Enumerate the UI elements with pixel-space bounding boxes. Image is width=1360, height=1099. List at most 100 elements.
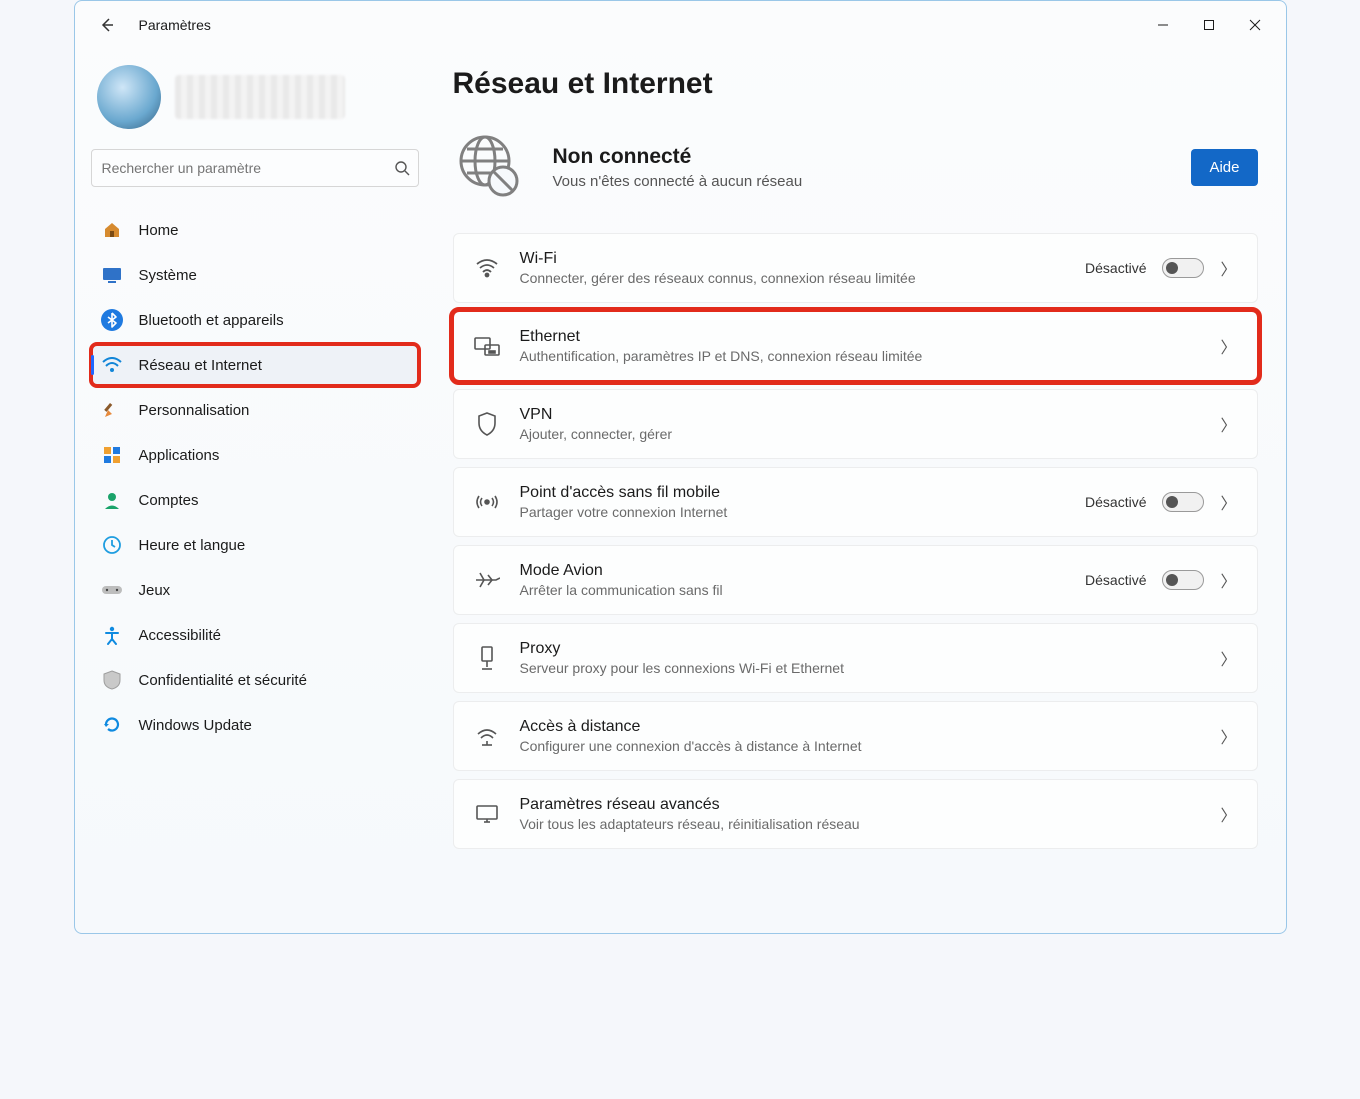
remote-icon [474, 723, 500, 749]
chevron-right-icon: 〉 [1220, 412, 1236, 436]
settings-window: Paramètres [74, 0, 1287, 934]
sidebar-item-label: Jeux [139, 582, 171, 599]
card-title: Wi-Fi [520, 250, 1066, 268]
card-wifi[interactable]: Wi-Fi Connecter, gérer des réseaux connu… [453, 233, 1258, 303]
card-title: Accès à distance [520, 718, 1201, 736]
card-sub: Authentification, paramètres IP et DNS, … [520, 348, 1201, 364]
sidebar-item-label: Réseau et Internet [139, 357, 262, 374]
globe-clock-icon [101, 534, 123, 556]
card-title: Paramètres réseau avancés [520, 796, 1201, 814]
card-ethernet[interactable]: Ethernet Authentification, paramètres IP… [453, 311, 1258, 381]
offline-globe-icon [453, 131, 525, 203]
avatar [97, 65, 161, 129]
airplane-icon [474, 567, 500, 593]
sidebar-item-windows-update[interactable]: Windows Update [91, 704, 419, 746]
shield-icon [474, 411, 500, 437]
card-title: Point d'accès sans fil mobile [520, 484, 1066, 502]
chevron-right-icon: 〉 [1220, 724, 1236, 748]
apps-icon [101, 444, 123, 466]
wifi-icon [474, 255, 500, 281]
profile-name-redacted [175, 75, 345, 119]
search-input[interactable] [102, 160, 394, 176]
sidebar-item-bluetooth[interactable]: Bluetooth et appareils [91, 299, 419, 341]
sidebar-item-accessibility[interactable]: Accessibilité [91, 614, 419, 656]
sidebar-item-label: Système [139, 267, 197, 284]
status-title: Non connecté [553, 145, 803, 169]
back-button[interactable] [91, 9, 123, 41]
sidebar-item-label: Confidentialité et sécurité [139, 672, 307, 689]
shield-icon [101, 669, 123, 691]
sidebar-item-personalization[interactable]: Personnalisation [91, 389, 419, 431]
sidebar-item-label: Home [139, 222, 179, 239]
sidebar-item-system[interactable]: Système [91, 254, 419, 296]
wifi-state-label: Désactivé [1085, 260, 1146, 276]
minimize-button[interactable] [1140, 9, 1186, 41]
ethernet-icon [474, 333, 500, 359]
card-advanced-network[interactable]: Paramètres réseau avancés Voir tous les … [453, 779, 1258, 849]
sidebar-item-label: Accessibilité [139, 627, 222, 644]
sidebar-item-label: Bluetooth et appareils [139, 312, 284, 329]
chevron-right-icon: 〉 [1220, 256, 1236, 280]
sidebar-nav: Home Système Bluetooth et appareils Rése… [91, 209, 419, 746]
sidebar-item-time-language[interactable]: Heure et langue [91, 524, 419, 566]
status-sub: Vous n'êtes connecté à aucun réseau [553, 173, 803, 190]
card-sub: Ajouter, connecter, gérer [520, 426, 1201, 442]
sidebar-item-label: Applications [139, 447, 220, 464]
card-proxy[interactable]: Proxy Serveur proxy pour les connexions … [453, 623, 1258, 693]
sidebar-item-label: Heure et langue [139, 537, 246, 554]
card-hotspot[interactable]: Point d'accès sans fil mobile Partager v… [453, 467, 1258, 537]
card-title: Ethernet [520, 328, 1201, 346]
chevron-right-icon: 〉 [1220, 490, 1236, 514]
hotspot-icon [474, 489, 500, 515]
card-sub: Connecter, gérer des réseaux connus, con… [520, 270, 1066, 286]
sidebar-item-label: Personnalisation [139, 402, 250, 419]
search-box[interactable] [91, 149, 419, 187]
profile-block[interactable] [97, 65, 419, 129]
update-icon [101, 714, 123, 736]
sidebar-item-network[interactable]: Réseau et Internet [91, 344, 419, 386]
monitor-icon [474, 801, 500, 827]
card-remote[interactable]: Accès à distance Configurer une connexio… [453, 701, 1258, 771]
sidebar-item-games[interactable]: Jeux [91, 569, 419, 611]
chevron-right-icon: 〉 [1220, 568, 1236, 592]
app-title: Paramètres [139, 17, 211, 33]
chevron-right-icon: 〉 [1220, 802, 1236, 826]
network-status: Non connecté Vous n'êtes connecté à aucu… [453, 131, 1258, 203]
card-sub: Partager votre connexion Internet [520, 504, 1066, 520]
page-title: Réseau et Internet [453, 67, 1258, 101]
card-sub: Configurer une connexion d'accès à dista… [520, 738, 1201, 754]
wifi-icon [101, 354, 123, 376]
sidebar-item-privacy[interactable]: Confidentialité et sécurité [91, 659, 419, 701]
sidebar: Home Système Bluetooth et appareils Rése… [75, 49, 435, 933]
maximize-button[interactable] [1186, 9, 1232, 41]
chevron-right-icon: 〉 [1220, 334, 1236, 358]
card-title: Proxy [520, 640, 1201, 658]
card-title: VPN [520, 406, 1201, 424]
sidebar-item-accounts[interactable]: Comptes [91, 479, 419, 521]
card-sub: Voir tous les adaptateurs réseau, réinit… [520, 816, 1201, 832]
hotspot-state-label: Désactivé [1085, 494, 1146, 510]
card-airplane[interactable]: Mode Avion Arrêter la communication sans… [453, 545, 1258, 615]
home-icon [101, 219, 123, 241]
card-sub: Arrêter la communication sans fil [520, 582, 1066, 598]
main-content: Réseau et Internet Non connecté Vous n'ê… [435, 49, 1286, 933]
proxy-icon [474, 645, 500, 671]
card-title: Mode Avion [520, 562, 1066, 580]
card-vpn[interactable]: VPN Ajouter, connecter, gérer 〉 [453, 389, 1258, 459]
help-button[interactable]: Aide [1191, 149, 1257, 186]
bluetooth-icon [101, 309, 123, 331]
wifi-toggle[interactable] [1162, 258, 1204, 278]
sidebar-item-home[interactable]: Home [91, 209, 419, 251]
close-button[interactable] [1232, 9, 1278, 41]
person-icon [101, 489, 123, 511]
airplane-state-label: Désactivé [1085, 572, 1146, 588]
search-icon [394, 160, 410, 176]
sidebar-item-apps[interactable]: Applications [91, 434, 419, 476]
airplane-toggle[interactable] [1162, 570, 1204, 590]
sidebar-item-label: Windows Update [139, 717, 252, 734]
accessibility-icon [101, 624, 123, 646]
system-icon [101, 264, 123, 286]
hotspot-toggle[interactable] [1162, 492, 1204, 512]
chevron-right-icon: 〉 [1220, 646, 1236, 670]
brush-icon [101, 399, 123, 421]
